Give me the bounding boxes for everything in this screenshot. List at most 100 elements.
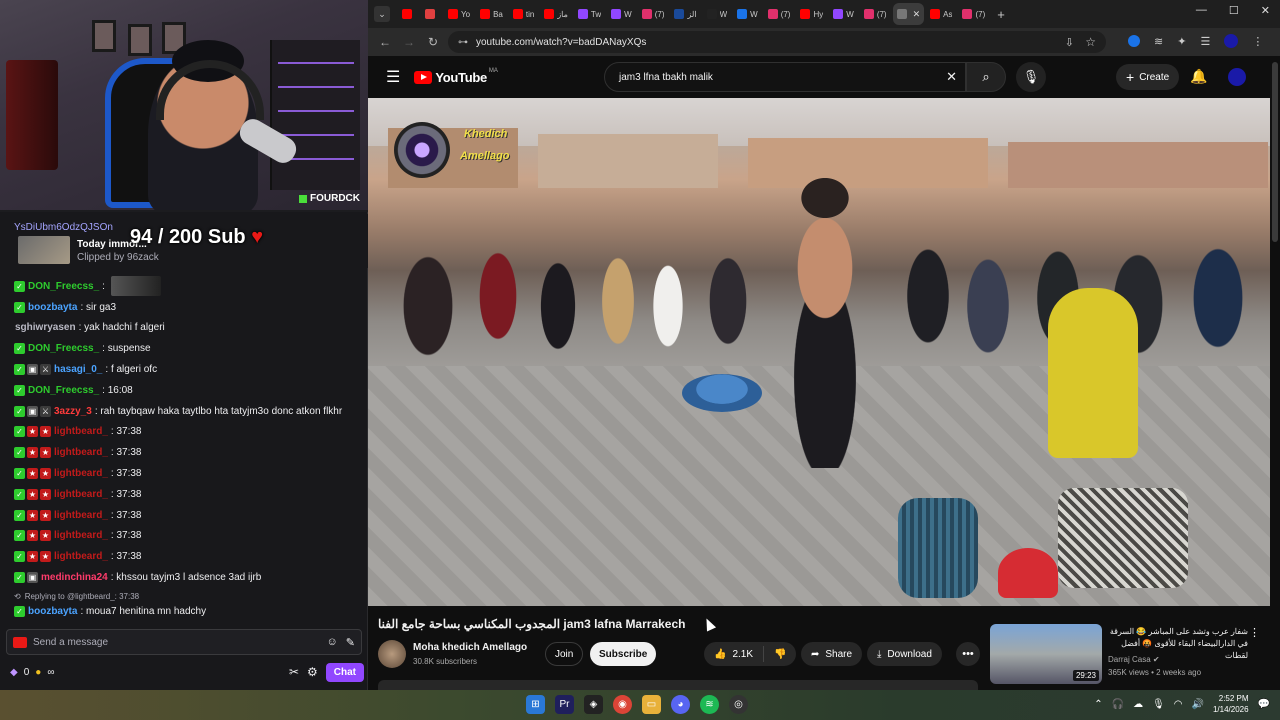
subscribe-button[interactable]: Subscribe [590, 642, 657, 666]
channel-points[interactable]: ◆ 0 ● ∞ [10, 667, 54, 678]
page-scrollbar[interactable] [1272, 62, 1278, 242]
browser-tab[interactable]: W [703, 3, 732, 25]
discord-icon[interactable]: ◕ [671, 695, 690, 714]
chat-message[interactable]: ✓ ★ ★ lightbeard_: 37:38 [14, 526, 364, 547]
recommended-channel[interactable]: Darraj Casa ✔ [1108, 655, 1160, 664]
file-explorer-icon[interactable]: ▭ [642, 695, 661, 714]
chat-message[interactable]: ✓ DON_Freecss_: suspense [14, 338, 364, 359]
dislike-button[interactable]: 👎 [764, 649, 796, 660]
create-button[interactable]: + Create [1116, 64, 1180, 90]
search-button[interactable]: ⌕ [966, 62, 1006, 92]
browser-tab[interactable]: W [829, 3, 858, 25]
bookmark-star-icon[interactable]: ☆ [1085, 35, 1096, 49]
close-tab-icon[interactable]: ✕ [913, 9, 921, 20]
youtube-logo[interactable]: YouTube MA [414, 68, 498, 85]
chat-message[interactable]: ✓ ★ ★ lightbeard_: 37:38 [14, 422, 364, 443]
chat-username[interactable]: lightbeard_ [54, 447, 108, 458]
chat-message[interactable]: ✓ ★ ★ lightbeard_: 37:38 [14, 463, 364, 484]
clear-search-icon[interactable]: ✕ [946, 69, 957, 85]
obs-icon[interactable]: ◎ [729, 695, 748, 714]
chat-username[interactable]: DON_Freecss_ [28, 281, 99, 292]
reload-icon[interactable]: ↻ [426, 35, 440, 49]
chevron-up-icon[interactable]: ⌃ [1094, 699, 1102, 710]
reading-list-icon[interactable]: ☰ [1200, 35, 1210, 48]
chat-username[interactable]: lightbeard_ [54, 530, 108, 541]
chat-username[interactable]: lightbeard_ [54, 426, 108, 437]
share-button[interactable]: ➦ Share [801, 642, 863, 666]
chat-message[interactable]: sghiwryasen: yak hadchi f algeri [14, 318, 364, 339]
minimize-icon[interactable]: — [1196, 4, 1207, 17]
chat-username[interactable]: DON_Freecss_ [28, 343, 99, 354]
browser-tab[interactable]: ماز [540, 3, 572, 25]
recommended-video[interactable]: 29:23 شفار عرب وتشد على المباشر 😂 السرقة… [990, 624, 1270, 686]
wifi-icon[interactable]: ◠ [1174, 699, 1183, 710]
recommended-thumbnail[interactable]: 29:23 [990, 624, 1102, 684]
chat-username[interactable]: medinchina24 [41, 572, 108, 583]
omnibox[interactable]: ⊶ youtube.com/watch?v=badDANayXQs ⇩ ☆ [448, 31, 1106, 53]
chat-message[interactable]: ✓ ★ ★ lightbeard_: 37:38 [14, 505, 364, 526]
search-input[interactable]: jam3 lfna tbakh malik [619, 72, 946, 83]
install-icon[interactable]: ⇩ [1065, 36, 1074, 49]
more-actions-button[interactable]: ••• [956, 642, 980, 666]
chrome-icon[interactable]: ◉ [613, 695, 632, 714]
voice-search-button[interactable]: 🎙 [1016, 62, 1046, 92]
chat-message[interactable]: ✓ ▣ ⚔ 3azzy_3: rah taybqaw haka taytlbo hta… [14, 401, 364, 422]
back-icon[interactable]: ← [378, 35, 392, 49]
channel-name[interactable]: Moha khedich Amellago [413, 642, 527, 653]
headset-icon[interactable]: 🎧 [1112, 699, 1124, 710]
chat-message[interactable]: ✓ ★ ★ lightbeard_: 37:38 [14, 546, 364, 567]
windows-start-icon[interactable]: ⊞ [526, 695, 545, 714]
clock[interactable]: 2:52 PM 1/14/2026 [1213, 693, 1249, 715]
browser-tab[interactable]: ✕ [892, 3, 925, 25]
chat-message[interactable]: ✓ ★ ★ lightbeard_: 37:38 [14, 442, 364, 463]
chat-username[interactable]: boozbayta [28, 606, 77, 617]
video-player[interactable]: Khedich Amellago [368, 98, 1270, 606]
chat-message[interactable]: ✓ ▣ medinchina24: khssou tayjm3 l adsence … [14, 567, 364, 588]
browser-tab[interactable]: (7) [958, 3, 989, 25]
mic-tray-icon[interactable]: 🎙 [1152, 699, 1165, 710]
chat-username[interactable]: lightbeard_ [54, 468, 108, 479]
extensions-icon[interactable]: ✎ [346, 636, 355, 649]
browser-tab[interactable]: Hy [796, 3, 827, 25]
spotify-icon[interactable]: ≋ [700, 695, 719, 714]
browser-tab[interactable]: Tw [574, 3, 605, 25]
chat-username[interactable]: 3azzy_3 [54, 406, 92, 417]
browser-tab[interactable]: W [607, 3, 636, 25]
chat-username[interactable]: hasagi_0_ [54, 364, 102, 375]
search-box[interactable]: jam3 lfna tbakh malik ✕ [604, 62, 966, 92]
chat-message[interactable]: ✓ DON_Freecss_: [14, 276, 364, 297]
notifications-bell-icon[interactable]: 🔔 [1190, 68, 1207, 85]
browser-tab[interactable] [421, 3, 442, 25]
chat-message[interactable]: ✓ ★ ★ lightbeard_: 37:38 [14, 484, 364, 505]
chat-message[interactable]: ✓ DON_Freecss_: 16:08 [14, 380, 364, 401]
browser-tab[interactable]: (7) [764, 3, 795, 25]
chat-username[interactable]: lightbeard_ [54, 551, 108, 562]
hamburger-menu-icon[interactable]: ☰ [386, 67, 400, 87]
chat-input[interactable]: Send a message ☺ ✎ [6, 629, 362, 655]
settings-icon[interactable]: ⚙ [307, 665, 318, 679]
chat-message[interactable]: ✓ boozbayta: sir ga3 [14, 297, 364, 318]
browser-tab[interactable]: W [733, 3, 762, 25]
extension-icon[interactable] [1128, 35, 1140, 47]
recommended-menu-icon[interactable]: ⋮ [1249, 626, 1260, 639]
account-avatar[interactable] [1228, 68, 1246, 86]
join-button[interactable]: Join [545, 642, 584, 666]
chat-username[interactable]: sghiwryasen [15, 322, 76, 333]
profile-avatar[interactable] [1224, 34, 1239, 48]
chat-username[interactable]: lightbeard_ [54, 510, 108, 521]
chat-username[interactable]: DON_Freecss_ [28, 385, 99, 396]
description-box[interactable] [378, 680, 978, 690]
forward-icon[interactable]: → [402, 35, 416, 49]
browser-tab[interactable]: As [926, 3, 956, 25]
audio-extension-icon[interactable]: ≋ [1154, 35, 1163, 48]
browser-tab[interactable] [398, 3, 419, 25]
chat-username[interactable]: lightbeard_ [54, 489, 108, 500]
browser-tab[interactable]: (7) [638, 3, 669, 25]
new-tab-button[interactable]: + [997, 7, 1005, 22]
mod-tools-icon[interactable]: ✂ [289, 665, 299, 679]
site-info-icon[interactable]: ⊶ [458, 37, 468, 48]
tab-search-icon[interactable]: ⌄ [374, 6, 390, 22]
download-button[interactable]: ⤓ Download [867, 642, 942, 666]
clip-thumbnail[interactable] [18, 236, 70, 264]
chat-message[interactable]: ✓ boozbayta : moua7 henitina mn hadchy [14, 601, 206, 622]
